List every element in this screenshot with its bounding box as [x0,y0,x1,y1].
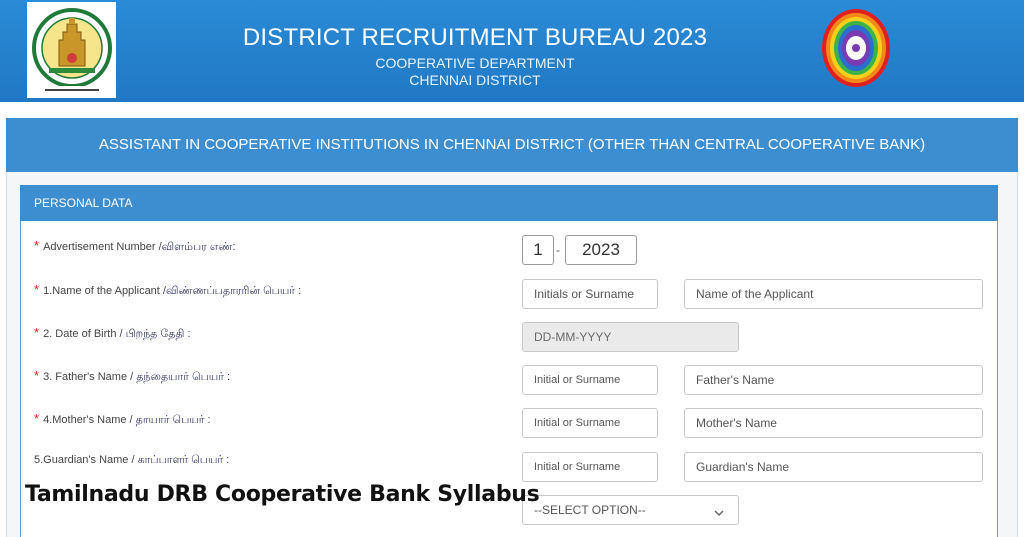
dob-label: * 2. Date of Birth / பிறந்த தேதி : [34,325,191,340]
chevron-down-icon [714,501,724,529]
select-value: --SELECT OPTION-- [534,503,646,517]
required-marker: * [34,368,40,383]
mother-name-field[interactable]: Mother's Name [684,408,983,438]
advertisement-number-field[interactable]: 1 [522,235,554,265]
applicant-initials-field[interactable]: Initials or Surname [522,279,658,309]
guardian-relation-select[interactable]: --SELECT OPTION-- [522,495,739,525]
cooperative-seal-icon [821,8,891,88]
personal-data-heading: PERSONAL DATA [20,185,998,221]
advertisement-number-label: * Advertisement Number /விளம்பர எண்: [34,238,236,253]
guardian-initial-field[interactable]: Initial or Surname [522,452,658,482]
overlay-caption: Tamilnadu DRB Cooperative Bank Syllabus [25,482,540,507]
required-marker: * [34,282,40,297]
required-marker: * [34,238,40,253]
guardian-name-field[interactable]: Guardian's Name [684,452,983,482]
tamil-nadu-emblem-icon [27,2,116,98]
applicant-name-label: * 1.Name of the Applicant /விண்ணப்பதாரரின… [34,282,302,297]
district-name: CHENNAI DISTRICT [409,72,541,88]
dob-field[interactable]: DD-MM-YYYY [522,322,739,352]
mother-initial-field[interactable]: Initial or Surname [522,408,658,438]
father-name-field[interactable]: Father's Name [684,365,983,395]
advertisement-separator: - [556,243,560,257]
required-marker: * [34,411,40,426]
applicant-name-field[interactable]: Name of the Applicant [684,279,983,309]
advertisement-year-field[interactable]: 2023 [565,235,637,265]
father-initial-field[interactable]: Initial or Surname [522,365,658,395]
department-name: COOPERATIVE DEPARTMENT [375,55,575,71]
guardian-name-label: 5.Guardian's Name / காப்பாளர் பெயர் : [34,454,230,466]
required-marker: * [34,325,40,340]
mother-name-label: * 4.Mother's Name / தாயார் பெயர் : [34,411,211,426]
father-name-label: * 3. Father's Name / தந்தையார் பெயர் : [34,368,231,383]
post-title: ASSISTANT IN COOPERATIVE INSTITUTIONS IN… [6,118,1018,172]
page-title: DISTRICT RECRUITMENT BUREAU 2023 [242,24,708,51]
